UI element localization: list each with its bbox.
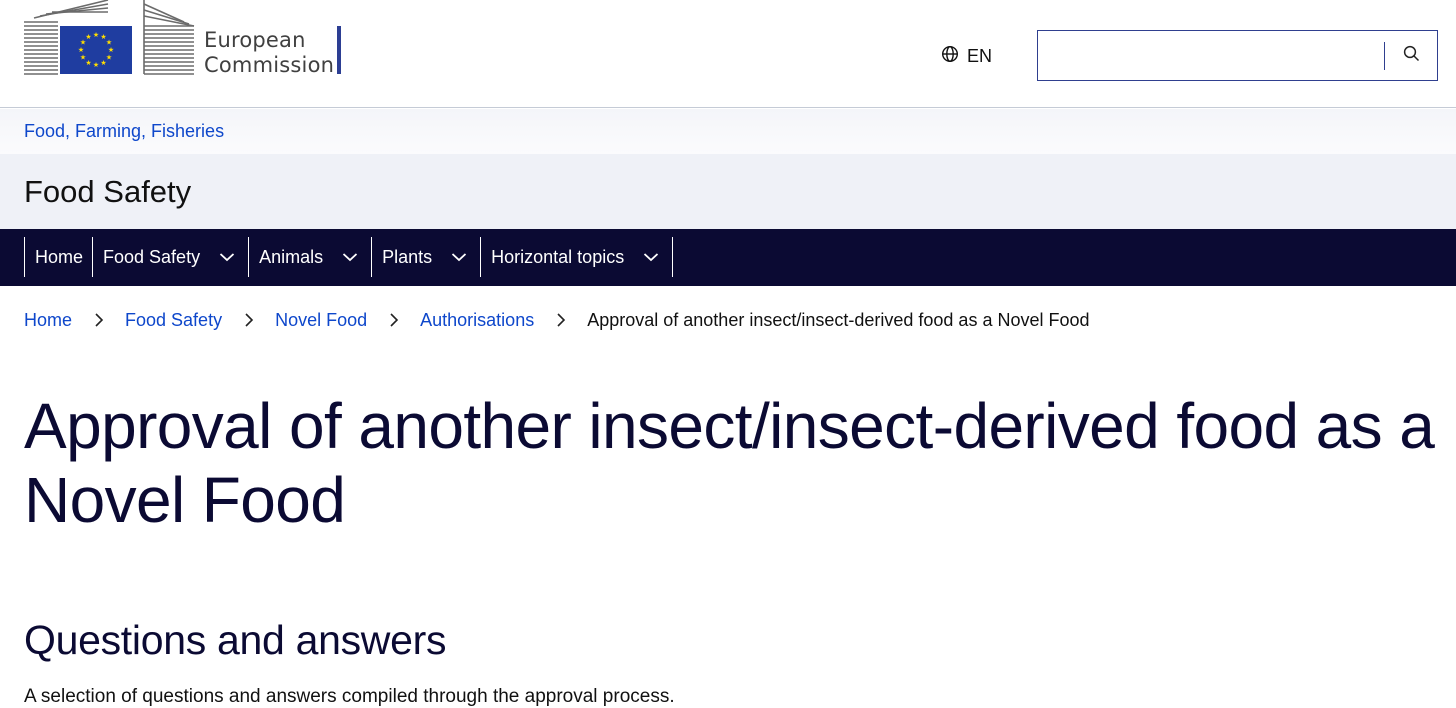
main-navigation: Home Food Safety Animals Plants Horizont… [0,229,1456,286]
nav-item-label: Animals [259,246,324,267]
nav-item-horizontal-topics[interactable]: Horizontal topics [481,237,674,277]
nav-list: Home Food Safety Animals Plants Horizont… [24,237,674,277]
breadcrumb-link-food-safety[interactable]: Food Safety [125,310,222,331]
search-form [1037,30,1438,81]
site-name-band: Food Safety [0,154,1456,229]
nav-item-label: Horizontal topics [491,246,625,267]
language-code: EN [967,45,993,66]
svg-text:★: ★ [93,61,99,69]
section-intro: A selection of questions and answers com… [24,686,675,707]
breadcrumb-link-home[interactable]: Home [24,310,72,331]
logo-accent-bar [337,26,341,74]
breadcrumb-link-novel-food[interactable]: Novel Food [275,310,367,331]
nav-item-label: Food Safety [103,246,201,267]
svg-text:★: ★ [100,59,106,67]
nav-item-label: Home [35,246,84,267]
chevron-right-icon [72,312,125,328]
breadcrumb: Home Food Safety Novel Food Authorisatio… [24,308,1090,332]
svg-text:★: ★ [85,33,91,41]
search-input[interactable] [1038,31,1384,80]
chevron-right-icon [222,312,275,328]
parent-site-band: Food, Farming, Fisheries [0,109,1456,154]
chevron-right-icon [367,312,420,328]
site-header: ★ ★ ★ ★ ★ ★ ★ ★ ★ ★ ★ ★ European Commission [0,0,1456,108]
language-switcher[interactable]: EN [941,44,992,68]
chevron-right-icon [534,312,587,328]
search-icon [1403,45,1420,67]
logo-line-2: Commission [204,53,335,77]
logo-wordmark: European Commission [204,28,334,78]
parent-site-link[interactable]: Food, Farming, Fisheries [24,121,224,142]
svg-text:★: ★ [93,31,99,39]
svg-text:★: ★ [80,54,86,62]
nav-item-plants[interactable]: Plants [372,237,482,277]
svg-text:★: ★ [106,54,112,62]
chevron-down-icon[interactable] [630,237,672,277]
nav-item-animals[interactable]: Animals [249,237,373,277]
nav-item-food-safety[interactable]: Food Safety [93,237,250,277]
chevron-down-icon[interactable] [438,237,480,277]
european-commission-logo[interactable]: ★ ★ ★ ★ ★ ★ ★ ★ ★ ★ ★ ★ European Commission [24,0,354,78]
chevron-down-icon[interactable] [329,237,371,277]
section-heading: Questions and answers [24,617,447,663]
eu-flag-logo-graphic: ★ ★★ ★★★ ★★★ ★★★ [24,0,195,75]
page-title: Approval of another insect/insect-derive… [24,390,1435,536]
logo-line-1: European [204,28,306,52]
nav-item-label: Plants [382,246,433,267]
nav-item-home[interactable]: Home [25,237,94,277]
breadcrumb-current: Approval of another insect/insect-derive… [587,309,1090,330]
globe-icon [941,45,959,68]
svg-text:★: ★ [85,59,91,67]
breadcrumb-link-authorisations[interactable]: Authorisations [420,310,534,331]
site-name: Food Safety [24,174,192,209]
chevron-down-icon[interactable] [206,237,248,277]
svg-text:★: ★ [78,46,84,54]
search-button[interactable] [1385,31,1438,80]
